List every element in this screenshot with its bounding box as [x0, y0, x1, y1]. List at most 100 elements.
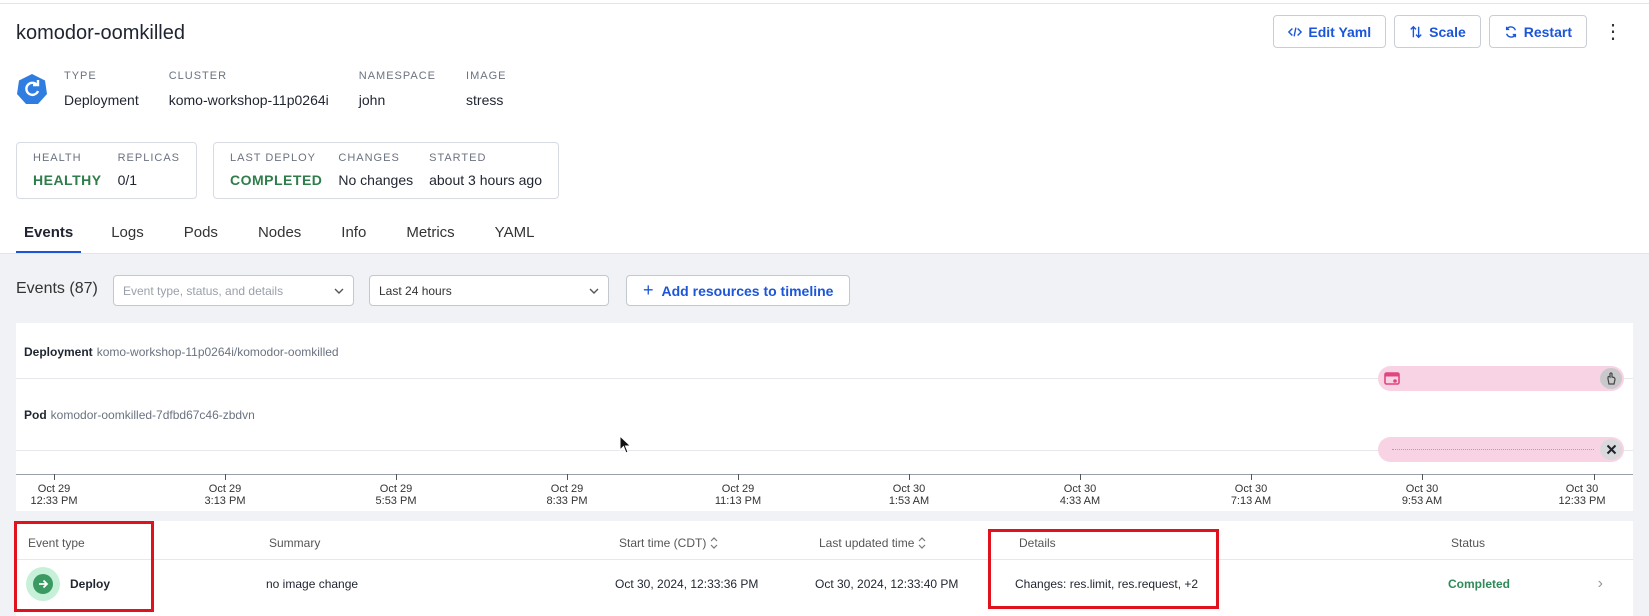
- table-row-start-time[interactable]: Oct 30, 2024, 12:33:36 PM: [615, 577, 758, 591]
- tick-date: Oct 30: [1234, 483, 1268, 495]
- deploy-card[interactable]: LAST DEPLOY COMPLETED CHANGES No changes…: [213, 142, 559, 199]
- plus-icon: +: [643, 280, 654, 300]
- changes-col: CHANGES No changes: [338, 152, 413, 189]
- row-name: komo-workshop-11p0264i/komodor-oomkilled: [96, 345, 339, 359]
- axis-tick: [738, 474, 739, 480]
- replicas-value: 0/1: [117, 172, 138, 188]
- tick-time: 5:53 PM: [375, 495, 417, 507]
- header-details[interactable]: Details: [1019, 536, 1056, 550]
- changes-label: CHANGES: [338, 152, 400, 164]
- page-title: komodor-oomkilled: [16, 22, 185, 44]
- axis-tick: [225, 474, 226, 480]
- event-filter-input[interactable]: Event type, status, and details: [113, 275, 354, 306]
- axis-tick: [1251, 474, 1252, 480]
- tick-date: Oct 29: [721, 483, 755, 495]
- header-start-time[interactable]: Start time (CDT): [619, 536, 718, 550]
- axis-tick: [54, 474, 55, 480]
- meta-namespace: NAMESPACE john: [358, 70, 437, 108]
- restart-button[interactable]: Restart: [1488, 15, 1587, 48]
- meta-type: TYPE Deployment: [64, 70, 139, 108]
- axis-tick: [1594, 474, 1595, 480]
- header-last-updated[interactable]: Last updated time: [819, 536, 926, 550]
- tick-time: 1:53 AM: [888, 495, 930, 507]
- row-name: komodor-oomkilled-7dfbd67c46-zbdvn: [50, 408, 255, 422]
- time-axis: [16, 474, 1633, 475]
- axis-tick-label: Oct 30 7:13 AM: [1211, 483, 1291, 507]
- table-row-status[interactable]: Completed: [1448, 577, 1510, 591]
- tab-metrics[interactable]: Metrics: [398, 218, 462, 254]
- tab-yaml[interactable]: YAML: [487, 218, 543, 254]
- started-label: STARTED: [429, 152, 487, 164]
- row-kind: Deployment: [24, 345, 93, 359]
- deployment-icon: [17, 74, 47, 104]
- tab-pods[interactable]: Pods: [176, 218, 226, 254]
- tick-date: Oct 29: [208, 483, 242, 495]
- axis-tick: [396, 474, 397, 480]
- meta-cluster: CLUSTER komo-workshop-11p0264i: [168, 70, 329, 108]
- sort-icon: [710, 537, 718, 549]
- axis-tick-label: Oct 30 1:53 AM: [869, 483, 949, 507]
- axis-tick-label: Oct 29 8:33 PM: [527, 483, 607, 507]
- deploy-event-icon: [1384, 372, 1400, 385]
- health-card: HEALTH HEALTHY REPLICAS 0/1: [16, 142, 197, 199]
- more-options-icon[interactable]: ⋮: [1601, 15, 1625, 48]
- health-label: HEALTH: [33, 152, 82, 164]
- close-icon: [1600, 439, 1622, 460]
- code-icon: [1288, 26, 1303, 37]
- tick-time: 12:33 PM: [30, 495, 78, 507]
- tab-nodes[interactable]: Nodes: [250, 218, 309, 254]
- pod-dotted-line: [1392, 449, 1594, 450]
- tick-time: 7:13 AM: [1230, 495, 1272, 507]
- tab-events[interactable]: Events: [16, 218, 82, 254]
- tick-date: Oct 30: [1405, 483, 1439, 495]
- pod-event-bar[interactable]: [1378, 437, 1624, 462]
- scale-label: Scale: [1429, 23, 1466, 40]
- chevron-right-icon[interactable]: ›: [1598, 575, 1603, 593]
- mouse-cursor-icon: [619, 435, 632, 454]
- tab-info[interactable]: Info: [333, 218, 374, 254]
- last-deploy-col: LAST DEPLOY COMPLETED: [230, 152, 322, 189]
- time-range-value: Last 24 hours: [379, 283, 452, 298]
- tab-logs[interactable]: Logs: [103, 218, 152, 254]
- axis-tick-label: Oct 29 12:33 PM: [14, 483, 94, 507]
- last-updated-label: Last updated time: [819, 536, 915, 550]
- timeline-row-deployment[interactable]: Deployment komo-workshop-11p0264i/komodor…: [24, 345, 339, 359]
- replicas-label: REPLICAS: [117, 152, 180, 164]
- table-row-summary[interactable]: no image change: [266, 577, 358, 591]
- changes-value: No changes: [338, 172, 414, 188]
- resource-meta: TYPE Deployment CLUSTER komo-workshop-11…: [16, 70, 536, 108]
- time-range-select[interactable]: Last 24 hours: [369, 275, 609, 306]
- events-table: Event type Summary Start time (CDT) Last…: [16, 521, 1633, 616]
- axis-tick-label: Oct 30 9:53 AM: [1382, 483, 1462, 507]
- started-col: STARTED about 3 hours ago: [429, 152, 542, 189]
- header-summary[interactable]: Summary: [269, 536, 320, 550]
- header-status[interactable]: Status: [1451, 536, 1485, 550]
- add-resources-button[interactable]: + Add resources to timeline: [626, 275, 851, 306]
- table-row-event-type[interactable]: Deploy: [26, 567, 110, 601]
- deployment-event-bar[interactable]: [1378, 366, 1624, 391]
- add-resources-label: Add resources to timeline: [661, 282, 834, 299]
- tick-time: 11:13 PM: [714, 495, 762, 507]
- health-col: HEALTH HEALTHY: [33, 152, 102, 189]
- refresh-icon: [1505, 25, 1516, 38]
- header-event-type[interactable]: Event type: [28, 536, 85, 550]
- scale-button[interactable]: Scale: [1394, 15, 1481, 48]
- meta-image: IMAGE stress: [466, 70, 507, 108]
- table-row-last-updated[interactable]: Oct 30, 2024, 12:33:40 PM: [815, 577, 958, 591]
- resource-tabs: Events Logs Pods Nodes Info Metrics YAML: [16, 218, 566, 254]
- event-filter-placeholder: Event type, status, and details: [123, 283, 284, 298]
- axis-tick: [1422, 474, 1423, 480]
- timeline-row-pod[interactable]: Pod komodor-oomkilled-7dfbd67c46-zbdvn: [24, 408, 255, 422]
- last-deploy-value: COMPLETED: [230, 172, 323, 188]
- edit-yaml-button[interactable]: Edit Yaml: [1273, 15, 1387, 48]
- status-cards: HEALTH HEALTHY REPLICAS 0/1 LAST DEPLOY …: [16, 142, 559, 199]
- axis-tick: [567, 474, 568, 480]
- table-row-details[interactable]: Changes: res.limit, res.request, +2: [1015, 577, 1198, 591]
- edit-yaml-label: Edit Yaml: [1308, 23, 1372, 40]
- table-header-divider: [16, 559, 1633, 560]
- deploy-status-icon: [26, 567, 60, 601]
- top-border: [0, 0, 1649, 4]
- restart-label: Restart: [1523, 23, 1572, 40]
- health-value: HEALTHY: [33, 172, 102, 188]
- tick-time: 4:33 AM: [1059, 495, 1101, 507]
